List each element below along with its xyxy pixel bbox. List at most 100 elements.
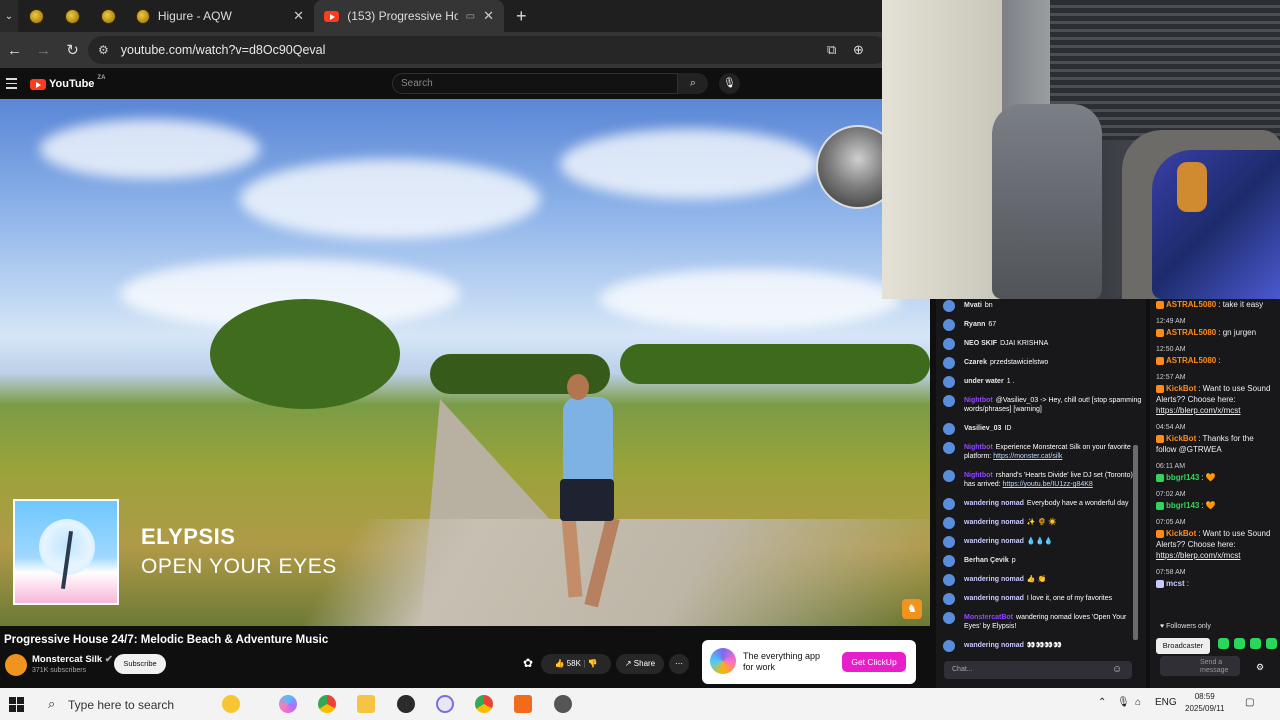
steam-icon[interactable]: [397, 695, 415, 713]
search-button[interactable]: ⌕: [678, 73, 708, 94]
chat-username[interactable]: bbgrl143: [1166, 473, 1199, 482]
chat-username[interactable]: NEO SKIF: [964, 340, 997, 347]
pinned-tab-2[interactable]: [54, 0, 90, 32]
user-avatar[interactable]: [943, 517, 955, 529]
copilot-icon[interactable]: [279, 695, 297, 713]
chat-username[interactable]: Nightbot: [964, 472, 993, 479]
network-icon[interactable]: ⌂: [1135, 697, 1141, 708]
close-tab-icon[interactable]: ✕: [483, 8, 494, 24]
chat-username[interactable]: KickBot: [1166, 529, 1196, 538]
channel-avatar[interactable]: [5, 654, 27, 676]
dislike-button[interactable]: 👎: [588, 659, 598, 668]
chat-username[interactable]: KickBot: [1166, 384, 1196, 393]
clock[interactable]: 08:59 2025/09/11: [1185, 691, 1224, 715]
settings-icon[interactable]: ⚙: [1256, 662, 1264, 673]
chat-username[interactable]: Nightbot: [964, 397, 993, 404]
channel-name[interactable]: Monstercat Silk ✔: [32, 654, 113, 665]
pinned-tab-1[interactable]: [18, 0, 54, 32]
chrome-icon[interactable]: [475, 695, 493, 713]
user-avatar[interactable]: [943, 442, 955, 454]
app-icon[interactable]: [554, 695, 572, 713]
chat-username[interactable]: wandering nomad: [964, 500, 1024, 507]
emote-button[interactable]: [1250, 638, 1261, 649]
chat-username[interactable]: MonstercatBot: [964, 614, 1013, 621]
share-button[interactable]: ↗ Share: [616, 654, 664, 674]
user-avatar[interactable]: [943, 376, 955, 388]
obs-app-icon[interactable]: [514, 695, 532, 713]
user-avatar[interactable]: [943, 300, 955, 312]
mixer-icon[interactable]: ✿: [523, 656, 533, 670]
chat-username[interactable]: Vasiliev_03: [964, 425, 1001, 432]
pinned-tab-3[interactable]: [90, 0, 126, 32]
chat-input[interactable]: Chat...: [944, 661, 1132, 679]
chat-link[interactable]: https://youtu.be/IU1zz-g84K8: [1003, 481, 1093, 488]
chat-username[interactable]: Mvati: [964, 302, 982, 309]
user-avatar[interactable]: [943, 423, 955, 435]
tab-higure[interactable]: Higure - AQW ✕: [126, 0, 314, 32]
user-avatar[interactable]: [943, 338, 955, 350]
widgets-icon[interactable]: [222, 695, 240, 713]
notification-icon[interactable]: ▢: [1245, 697, 1254, 708]
user-avatar[interactable]: [943, 574, 955, 586]
like-button[interactable]: 👍 58K: [555, 659, 581, 668]
emote-button[interactable]: [1234, 638, 1245, 649]
chat-username[interactable]: KickBot: [1166, 434, 1196, 443]
chat-username[interactable]: bbgrl143: [1166, 501, 1199, 510]
chat-username[interactable]: wandering nomad: [964, 642, 1024, 649]
user-avatar[interactable]: [943, 536, 955, 548]
tab-search-dropdown[interactable]: ⌄: [0, 0, 18, 32]
user-avatar[interactable]: [943, 593, 955, 605]
chat-username[interactable]: under water: [964, 378, 1004, 385]
user-avatar[interactable]: [943, 640, 955, 652]
chat-username[interactable]: Berhan Çevik: [964, 557, 1009, 564]
chat-username[interactable]: wandering nomad: [964, 595, 1024, 602]
user-avatar[interactable]: [943, 555, 955, 567]
chat-link[interactable]: https://blerp.com/x/mcst: [1156, 551, 1240, 560]
forward-icon[interactable]: →: [29, 42, 58, 59]
close-tab-icon[interactable]: ✕: [293, 8, 304, 24]
chat-username[interactable]: wandering nomad: [964, 519, 1024, 526]
emote-button[interactable]: [1266, 638, 1277, 649]
windows-start-icon[interactable]: [9, 697, 24, 712]
chat-username[interactable]: Ryann: [964, 321, 985, 328]
youtube-logo[interactable]: YouTube ZA: [30, 75, 105, 90]
chat-username[interactable]: wandering nomad: [964, 538, 1024, 545]
send-message-input[interactable]: Send a message: [1160, 656, 1240, 676]
microphone-icon[interactable]: 🎙: [1117, 697, 1130, 708]
user-avatar[interactable]: [943, 498, 955, 510]
chat-username[interactable]: ASTRAL5080: [1166, 300, 1216, 309]
chat-username[interactable]: wandering nomad: [964, 576, 1024, 583]
chat-link[interactable]: https://blerp.com/x/mcst: [1156, 406, 1240, 415]
back-icon[interactable]: ←: [0, 42, 29, 59]
address-bar[interactable]: ⚙ youtube.com/watch?v=d8Oc90Qeval: [88, 36, 888, 64]
file-explorer-icon[interactable]: [357, 695, 375, 713]
search-input[interactable]: Search: [392, 73, 678, 94]
chat-username[interactable]: Nightbot: [964, 444, 993, 451]
new-tab-button[interactable]: +: [516, 6, 527, 27]
video-player[interactable]: ELYPSIS OPEN YOUR EYES ♞: [0, 99, 930, 626]
emote-button[interactable]: [1218, 638, 1229, 649]
install-app-icon[interactable]: ⧉: [827, 42, 836, 58]
tab-youtube[interactable]: (153) Progressive House 24/7 ▭ ✕: [314, 0, 504, 32]
emoji-icon[interactable]: ☺: [1112, 664, 1122, 675]
site-info-icon[interactable]: ⚙: [98, 43, 109, 57]
ad-cta-button[interactable]: Get ClickUp: [842, 652, 906, 672]
more-actions-button[interactable]: ⋯: [669, 654, 689, 674]
language-indicator[interactable]: ENG: [1155, 697, 1177, 708]
menu-icon[interactable]: [6, 78, 17, 92]
chat-username[interactable]: Czarek: [964, 359, 987, 366]
chat-link[interactable]: https://monster.cat/silk: [993, 453, 1062, 460]
chat-username[interactable]: ASTRAL5080: [1166, 328, 1216, 337]
chat-username[interactable]: mcst: [1166, 579, 1185, 588]
user-avatar[interactable]: [943, 395, 955, 407]
voice-search-button[interactable]: 🎙: [719, 73, 740, 94]
chat-username[interactable]: ASTRAL5080: [1166, 356, 1216, 365]
user-avatar[interactable]: [943, 612, 955, 624]
ad-banner[interactable]: The everything app for work Get ClickUp: [702, 640, 916, 684]
user-avatar[interactable]: [943, 319, 955, 331]
reload-icon[interactable]: ↻: [58, 41, 87, 59]
chrome-icon[interactable]: [318, 695, 336, 713]
tray-expand-icon[interactable]: ⌃: [1098, 697, 1106, 708]
user-avatar[interactable]: [943, 470, 955, 482]
user-avatar[interactable]: [943, 357, 955, 369]
